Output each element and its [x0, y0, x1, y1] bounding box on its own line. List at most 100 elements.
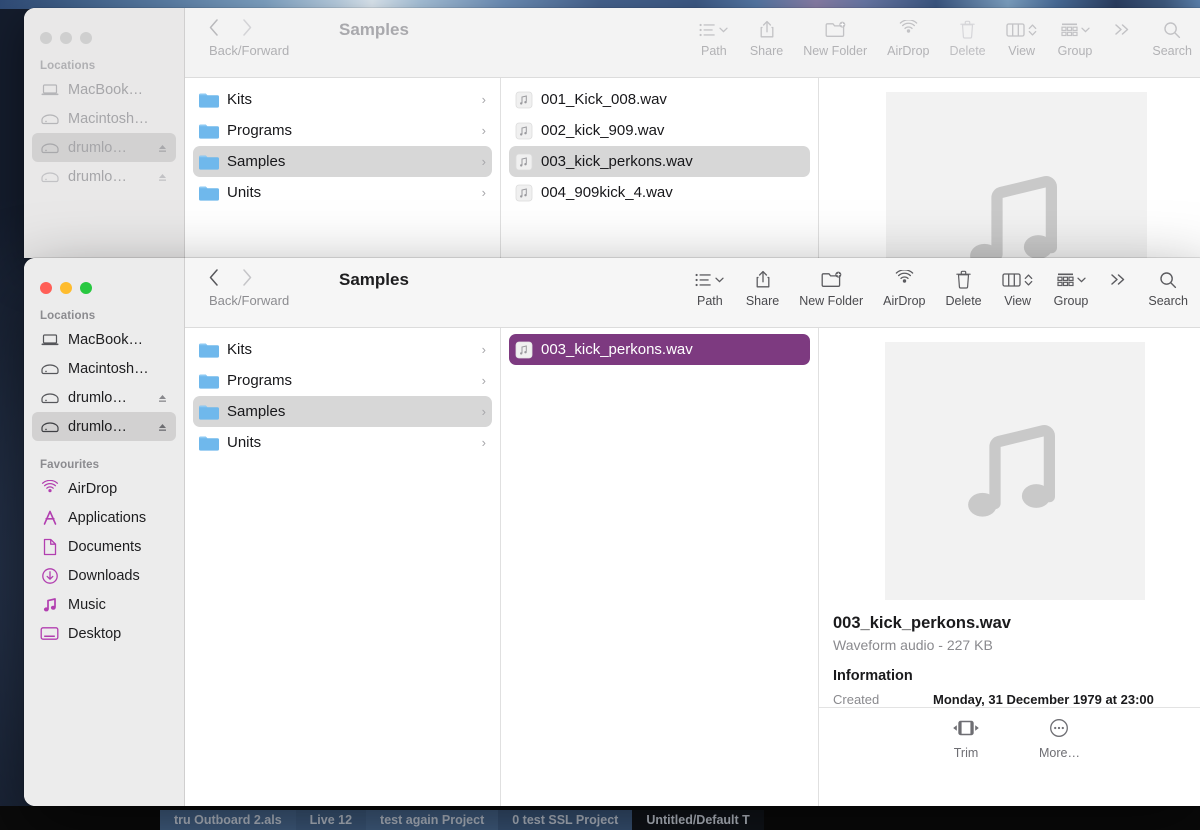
more-button[interactable]: More… [1039, 718, 1080, 760]
music-note-thumbnail [886, 92, 1147, 258]
laptop-icon [40, 80, 59, 99]
back-button[interactable] [209, 269, 219, 291]
toolbar-view-button[interactable]: View [996, 16, 1048, 58]
share-icon [759, 16, 775, 43]
folder-label: Kits [227, 91, 253, 108]
toolbar-delete-button[interactable]: Delete [936, 266, 992, 308]
toolbar-share-button[interactable]: Share [736, 266, 789, 308]
file-row-selected[interactable]: 003_kick_perkons.wav [509, 146, 810, 177]
sidebar-item-macintosh[interactable]: Macintosh… [32, 104, 176, 133]
sidebar-item-desktop[interactable]: Desktop [32, 619, 176, 648]
file-label: 003_kick_perkons.wav [541, 341, 693, 358]
path-list-icon [699, 16, 728, 43]
toolbar-label: View [1008, 44, 1036, 58]
folder-row[interactable]: Units › [193, 177, 492, 208]
folder-row[interactable]: Kits › [193, 334, 492, 365]
taskbar-item[interactable]: tru Outboard 2.als [160, 810, 296, 830]
taskbar-item[interactable]: Untitled/Default T [632, 810, 764, 830]
folder-label: Units [227, 184, 262, 201]
sidebar-item-macbook[interactable]: MacBook… [32, 75, 176, 104]
eject-icon[interactable] [157, 171, 168, 182]
eject-icon[interactable] [157, 142, 168, 153]
folder-row-selected[interactable]: Samples › [193, 146, 492, 177]
drive-icon [40, 359, 59, 378]
file-row[interactable]: 002_kick_909.wav [509, 115, 810, 146]
taskbar-item[interactable]: Live 12 [295, 810, 367, 830]
finder-window-background[interactable]: Locations MacBook… Macintosh… drumlo… dr… [24, 8, 1200, 258]
file-label: 001_Kick_008.wav [541, 91, 667, 108]
desktop-icon [40, 624, 59, 643]
folder-row[interactable]: Programs › [193, 115, 492, 146]
taskbar-item[interactable]: test again Project [366, 810, 499, 830]
toolbar-delete-button[interactable]: Delete [940, 16, 996, 58]
eject-icon[interactable] [157, 392, 168, 403]
toolbar-search-button[interactable]: Search [1138, 266, 1198, 308]
nav-block: Back/Forward [185, 16, 333, 58]
finder-window-front[interactable]: Locations MacBook… Macintosh… drumlo… dr… [24, 258, 1200, 806]
sidebar-item-label: Macintosh… [68, 360, 149, 377]
forward-button[interactable] [242, 19, 252, 41]
eject-icon[interactable] [157, 421, 168, 432]
folder-row[interactable]: Kits › [193, 84, 492, 115]
chevron-double-right-icon [1109, 266, 1127, 293]
folder-label: Samples [227, 403, 286, 420]
toolbar-view-button[interactable]: View [992, 266, 1044, 308]
close-button[interactable] [40, 31, 52, 44]
sidebar-item-airdrop[interactable]: AirDrop [32, 474, 176, 503]
chevron-right-icon: › [481, 342, 486, 357]
toolbar-airdrop-button[interactable]: AirDrop [877, 16, 939, 58]
folder-icon [199, 404, 219, 420]
trim-button[interactable]: Trim [949, 718, 983, 760]
sidebar-item-macbook[interactable]: MacBook… [32, 325, 176, 354]
sidebar-item-drumlogue-2[interactable]: drumlo… [32, 162, 176, 191]
preview-thumbnail-area [819, 84, 1200, 258]
toolbar-path-button[interactable]: Path [688, 16, 740, 58]
chevron-double-right-icon [1113, 16, 1131, 43]
forward-button[interactable] [242, 269, 252, 291]
back-button[interactable] [209, 19, 219, 41]
toolbar-search-button[interactable]: Search [1142, 16, 1200, 58]
toolbar-overflow-button[interactable] [1098, 266, 1138, 294]
preview-info: 003_kick_perkons.wav Waveform audio - 22… [819, 600, 1200, 707]
sidebar-item-macintosh[interactable]: Macintosh… [32, 354, 176, 383]
sidebar-item-documents[interactable]: Documents [32, 532, 176, 561]
sidebar-item-drumlogue-1[interactable]: drumlo… [32, 133, 176, 162]
preview-thumbnail-area [819, 334, 1200, 600]
toolbar-airdrop-button[interactable]: AirDrop [873, 266, 935, 308]
audio-file-icon [515, 153, 533, 171]
file-row[interactable]: 004_909kick_4.wav [509, 177, 810, 208]
folder-row[interactable]: Units › [193, 427, 492, 458]
toolbar-group-button[interactable]: Group [1044, 266, 1099, 308]
nav-caption: Back/Forward [209, 293, 290, 308]
sidebar-item-music[interactable]: Music [32, 590, 176, 619]
sidebar-item-drumlogue-1[interactable]: drumlo… [32, 383, 176, 412]
minimize-button[interactable] [60, 31, 72, 44]
toolbar-new-folder-button[interactable]: New Folder [793, 16, 877, 58]
taskbar-item[interactable]: 0 test SSL Project [498, 810, 633, 830]
sidebar-item-downloads[interactable]: Downloads [32, 561, 176, 590]
nav-caption: Back/Forward [209, 43, 290, 58]
sidebar-item-applications[interactable]: Applications [32, 503, 176, 532]
close-button[interactable] [40, 281, 52, 294]
toolbar-new-folder-button[interactable]: New Folder [789, 266, 873, 308]
folder-icon [199, 435, 219, 451]
toolbar-share-button[interactable]: Share [740, 16, 793, 58]
folder-row-selected[interactable]: Samples › [193, 396, 492, 427]
toolbar-overflow-button[interactable] [1102, 16, 1142, 44]
toolbar-label: Search [1148, 294, 1188, 308]
toolbar-path-button[interactable]: Path [684, 266, 736, 308]
sidebar-item-drumlogue-2[interactable]: drumlo… [32, 412, 176, 441]
toolbar-group-button[interactable]: Group [1048, 16, 1103, 58]
group-grid-icon [1056, 266, 1086, 293]
folder-row[interactable]: Programs › [193, 365, 492, 396]
file-row[interactable]: 001_Kick_008.wav [509, 84, 810, 115]
sidebar-item-label: drumlo… [68, 418, 127, 435]
window-title: Samples [339, 20, 409, 39]
zoom-button[interactable] [80, 31, 92, 44]
toolbar-label: Delete [945, 294, 982, 308]
minimize-button[interactable] [60, 281, 72, 294]
zoom-button[interactable] [80, 281, 92, 294]
audio-file-icon [515, 122, 533, 140]
sidebar-item-label: Documents [68, 538, 142, 555]
file-row-selected[interactable]: 003_kick_perkons.wav [509, 334, 810, 365]
